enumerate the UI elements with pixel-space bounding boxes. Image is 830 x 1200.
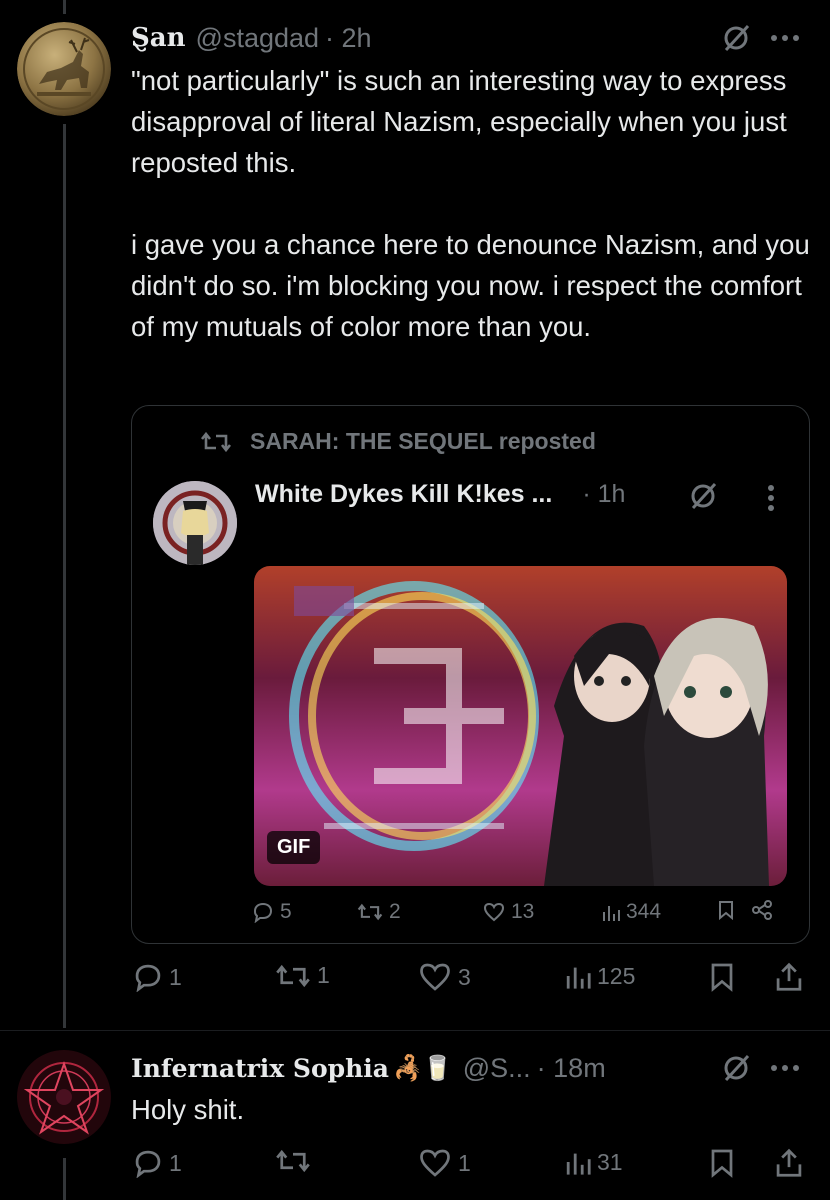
- repost-count: 2: [389, 900, 401, 923]
- repost-count: 1: [317, 962, 330, 988]
- reply-count: 1: [169, 963, 182, 990]
- avatar[interactable]: [17, 22, 111, 116]
- quoted-like-button[interactable]: 13: [483, 900, 534, 924]
- share-button[interactable]: [775, 962, 803, 992]
- views-icon: [566, 1153, 591, 1175]
- repost-label[interactable]: SARAH: THE SEQUEL reposted: [250, 428, 596, 455]
- quoted-timestamp[interactable]: · 1h: [582, 480, 625, 509]
- thread-line-top: [63, 0, 66, 14]
- quoted-views-button[interactable]: 344: [602, 900, 661, 924]
- post-text: "not particularly" is such an interestin…: [131, 60, 811, 347]
- timestamp[interactable]: · 18m: [537, 1053, 606, 1084]
- avatar[interactable]: [17, 1050, 111, 1144]
- reply-count: 5: [280, 900, 292, 923]
- quoted-share-button[interactable]: [751, 900, 773, 920]
- share-icon: [776, 962, 802, 991]
- quoted-actions: 5 2 13 344: [132, 900, 809, 930]
- coin-avatar-image: [17, 22, 111, 116]
- views-icon: [566, 967, 591, 989]
- display-name[interactable]: Infernatrix Sophia: [131, 1054, 389, 1083]
- quoted-post-card[interactable]: SARAH: THE SEQUEL reposted White Dykes K…: [131, 405, 810, 944]
- repost-button[interactable]: 1: [275, 962, 330, 989]
- gif-image: [254, 566, 787, 886]
- more-options-icon[interactable]: [770, 34, 800, 42]
- like-count: 13: [511, 900, 535, 923]
- more-options-vertical-icon[interactable]: [767, 484, 775, 512]
- sigil-avatar-image: [17, 1050, 111, 1144]
- views-count: 125: [597, 962, 636, 989]
- views-button[interactable]: 31: [565, 1148, 623, 1176]
- post-paragraph: Holy shit.: [131, 1094, 245, 1125]
- reply-button[interactable]: 1: [133, 962, 182, 992]
- gif-badge: GIF: [267, 831, 321, 864]
- post-actions: 1 1 3 125: [0, 962, 830, 998]
- heart-icon: [420, 1149, 450, 1177]
- quoted-repost-button[interactable]: 2: [357, 900, 401, 924]
- like-button[interactable]: 3: [418, 962, 471, 992]
- share-icon: [752, 900, 772, 920]
- like-count: 1: [458, 1149, 471, 1176]
- quoted-bookmark-button[interactable]: [718, 900, 734, 920]
- reply-count: 1: [169, 1149, 182, 1176]
- repost-icon: [200, 431, 232, 453]
- grok-icon[interactable]: [722, 1054, 750, 1082]
- handle[interactable]: @stagdad: [196, 23, 320, 54]
- bookmark-icon: [719, 901, 733, 920]
- gif-media[interactable]: GIF: [254, 566, 787, 886]
- post-text: Holy shit.: [131, 1089, 811, 1130]
- quoted-avatar-image: [153, 481, 237, 565]
- quoted-reply-button[interactable]: 5: [252, 900, 292, 924]
- divider: [0, 1030, 830, 1031]
- bookmark-icon: [711, 963, 733, 992]
- share-button[interactable]: [775, 1148, 803, 1178]
- display-name[interactable]: Ȿan: [131, 23, 186, 53]
- timestamp[interactable]: · 2h: [325, 23, 372, 54]
- like-count: 3: [458, 963, 471, 990]
- share-icon: [776, 1148, 802, 1177]
- reply-icon: [253, 902, 273, 923]
- heart-icon: [420, 963, 450, 991]
- bookmark-button[interactable]: [710, 962, 734, 992]
- quoted-display-name[interactable]: White Dykes Kill K!kes ...: [255, 480, 552, 509]
- repost-icon: [276, 964, 310, 987]
- views-count: 344: [626, 900, 662, 923]
- repost-icon: [276, 1149, 310, 1173]
- repost-indicator: SARAH: THE SEQUEL reposted: [200, 428, 596, 455]
- views-count: 31: [597, 1148, 623, 1175]
- quoted-avatar[interactable]: [153, 481, 237, 565]
- more-options-icon[interactable]: [770, 1064, 800, 1072]
- grok-icon[interactable]: [689, 482, 717, 510]
- repost-icon: [357, 903, 383, 921]
- grok-icon[interactable]: [722, 24, 750, 52]
- bookmark-icon: [711, 1149, 733, 1178]
- heart-icon: [483, 902, 505, 922]
- views-icon: [603, 906, 620, 921]
- thread-line-post1: [63, 124, 66, 1028]
- name-emoji: 🦂🥛: [392, 1054, 453, 1082]
- repost-button[interactable]: [275, 1148, 317, 1174]
- views-button[interactable]: 125: [565, 962, 635, 990]
- post-header: Infernatrix Sophia 🦂🥛 @S... · 18m: [131, 1050, 606, 1086]
- quoted-post-header: White Dykes Kill K!kes ... · 1h: [255, 480, 625, 509]
- post-paragraph: i gave you a chance here to denounce Naz…: [131, 229, 810, 342]
- reply-icon: [135, 964, 161, 992]
- handle[interactable]: @S...: [463, 1053, 531, 1084]
- like-button[interactable]: 1: [418, 1148, 471, 1178]
- bookmark-button[interactable]: [710, 1148, 734, 1178]
- post-paragraph: "not particularly" is such an interestin…: [131, 65, 787, 178]
- reply-button[interactable]: 1: [133, 1148, 182, 1178]
- reply-icon: [135, 1150, 161, 1178]
- post-actions: 1 1 31: [0, 1148, 830, 1184]
- post-header: Ȿan @stagdad · 2h: [131, 20, 372, 56]
